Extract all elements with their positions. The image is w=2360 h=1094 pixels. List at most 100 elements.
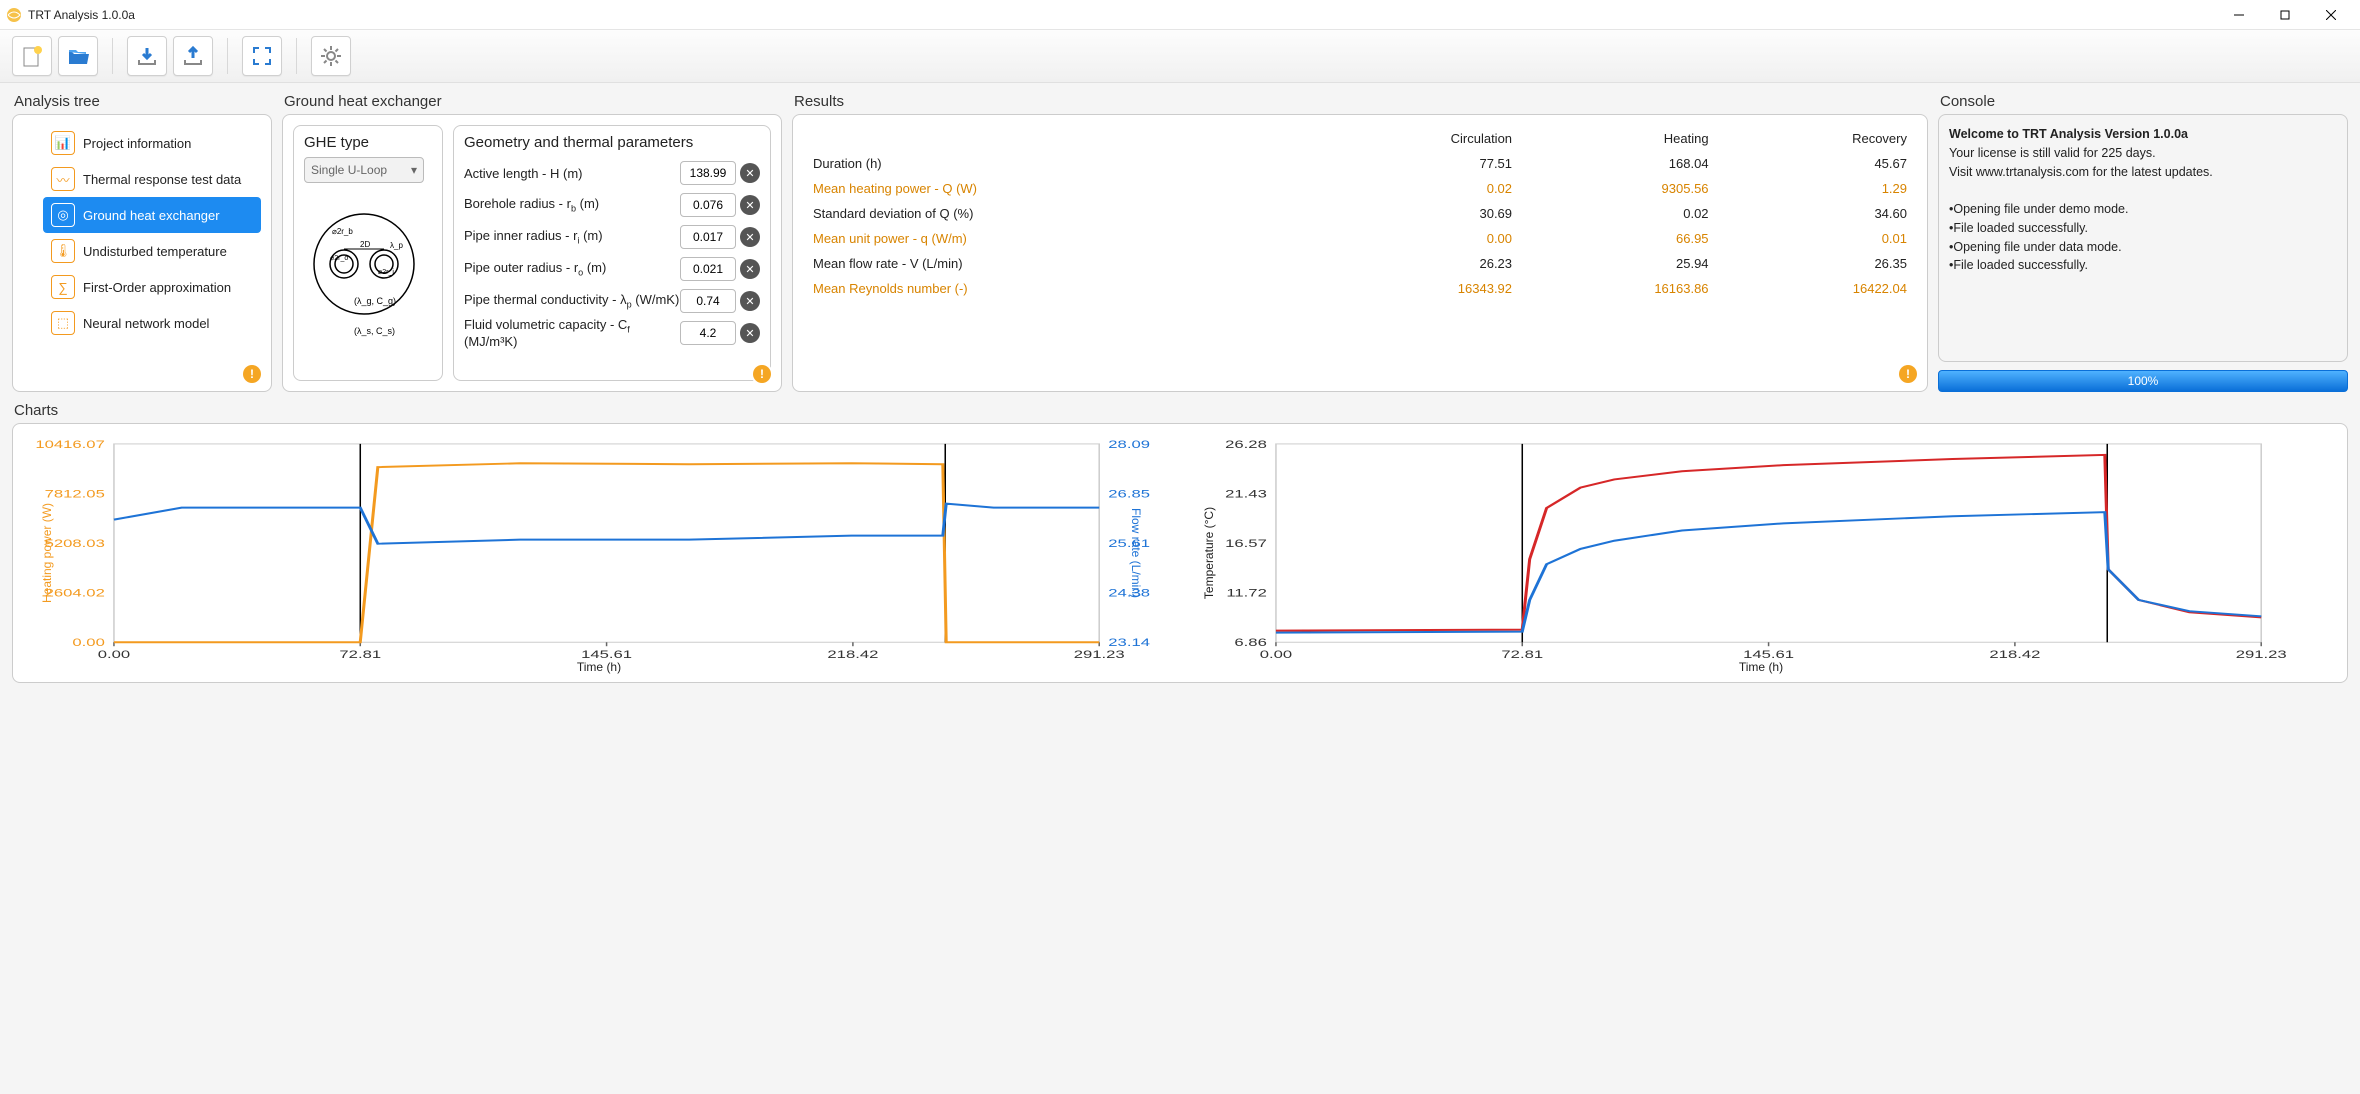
clear-button[interactable]: ✕ <box>740 195 760 215</box>
export-button[interactable] <box>173 36 213 76</box>
param-input[interactable] <box>680 289 736 313</box>
param-row: Active length - H (m) ✕ <box>464 157 760 189</box>
param-row: Fluid volumetric capacity - Cf (MJ/m³K) … <box>464 317 760 349</box>
svg-text:0.00: 0.00 <box>98 648 131 660</box>
param-label: Pipe inner radius - ri (m) <box>464 228 603 246</box>
svg-text:23.14: 23.14 <box>1108 636 1150 648</box>
clear-button[interactable]: ✕ <box>740 259 760 279</box>
svg-text:λ_p: λ_p <box>390 241 403 250</box>
open-file-button[interactable] <box>58 36 98 76</box>
svg-text:11.72: 11.72 <box>1226 587 1267 599</box>
titlebar: TRT Analysis 1.0.0a <box>0 0 2360 30</box>
tree-item-icon: 〰 <box>51 167 75 191</box>
ghe-type-select[interactable]: Single U-Loop ▾ <box>304 157 424 183</box>
tree-item-project-information[interactable]: 📊Project information <box>43 125 261 161</box>
clear-button[interactable]: ✕ <box>740 291 760 311</box>
console-line: •File loaded successfully. <box>1949 219 2337 238</box>
param-label: Fluid volumetric capacity - Cf (MJ/m³K) <box>464 317 680 350</box>
console-line: •Opening file under data mode. <box>1949 238 2337 257</box>
param-input[interactable] <box>680 193 736 217</box>
console-title: Console <box>1940 93 2348 110</box>
param-row: Borehole radius - rb (m) ✕ <box>464 189 760 221</box>
param-label: Pipe outer radius - ro (m) <box>464 260 606 278</box>
svg-text:26.85: 26.85 <box>1108 487 1150 499</box>
chart-temperature[interactable]: Temperature (°C) Time (h) 0.0072.81145.6… <box>1185 434 2337 672</box>
svg-text:72.81: 72.81 <box>1501 648 1543 660</box>
window-title: TRT Analysis 1.0.0a <box>28 8 2216 22</box>
svg-text:291.23: 291.23 <box>1074 648 1125 660</box>
svg-text:⌀2r_i: ⌀2r_i <box>378 269 394 276</box>
results-row: Mean heating power - Q (W)0.029305.561.2… <box>805 177 1915 200</box>
results-col-header: Circulation <box>1306 127 1520 150</box>
settings-button[interactable] <box>311 36 351 76</box>
param-row: Pipe inner radius - ri (m) ✕ <box>464 221 760 253</box>
fullscreen-button[interactable] <box>242 36 282 76</box>
console-license: Your license is still valid for 225 days… <box>1949 146 2156 160</box>
svg-text:145.61: 145.61 <box>581 648 632 660</box>
clear-button[interactable]: ✕ <box>740 163 760 183</box>
ghe-params-label: Geometry and thermal parameters <box>464 134 760 151</box>
svg-text:16.57: 16.57 <box>1225 537 1267 549</box>
svg-text:0.00: 0.00 <box>1260 648 1293 660</box>
results-col-header: Heating <box>1522 127 1717 150</box>
new-file-icon <box>20 44 44 68</box>
ghe-title: Ground heat exchanger <box>284 93 782 110</box>
tree-item-neural-network-model[interactable]: ⬚ Neural network model <box>43 305 261 341</box>
maximize-button[interactable] <box>2262 0 2308 30</box>
tree-item-ground-heat-exchanger[interactable]: ◎Ground heat exchanger <box>43 197 261 233</box>
param-input[interactable] <box>680 257 736 281</box>
tree-item-icon: ∑ <box>51 275 75 299</box>
svg-text:(λ_g, C_g): (λ_g, C_g) <box>354 296 396 306</box>
param-input[interactable] <box>680 225 736 249</box>
results-col-header: Recovery <box>1719 127 1915 150</box>
param-label: Pipe thermal conductivity - λp (W/mK) <box>464 292 679 310</box>
param-row: Pipe thermal conductivity - λp (W/mK) ✕ <box>464 285 760 317</box>
minimize-button[interactable] <box>2216 0 2262 30</box>
warning-badge[interactable]: ! <box>1899 365 1917 383</box>
results-panel: CirculationHeatingRecoveryDuration (h)77… <box>792 114 1928 392</box>
tree-item-label: Ground heat exchanger <box>83 208 220 223</box>
console-visit: Visit www.trtanalysis.com for the latest… <box>1949 165 2213 179</box>
ghe-params-panel: Geometry and thermal parameters Active l… <box>453 125 771 381</box>
tree-item-label: Neural network model <box>83 316 209 331</box>
results-title: Results <box>794 93 1928 110</box>
svg-text:6.86: 6.86 <box>1234 636 1267 648</box>
svg-text:0.00: 0.00 <box>72 636 105 648</box>
import-button[interactable] <box>127 36 167 76</box>
console-welcome: Welcome to TRT Analysis Version 1.0.0a <box>1949 127 2188 141</box>
chart-power-flow[interactable]: Heating power (W) Flow rate (L/min) Time… <box>23 434 1175 672</box>
analysis-tree-title: Analysis tree <box>14 93 272 110</box>
svg-text:145.61: 145.61 <box>1743 648 1794 660</box>
chevron-down-icon: ▾ <box>411 163 417 177</box>
console-panel: Welcome to TRT Analysis Version 1.0.0a Y… <box>1938 114 2348 392</box>
param-label: Active length - H (m) <box>464 166 582 181</box>
tree-item-undisturbed-temperature[interactable]: 🌡Undisturbed temperature <box>43 233 261 269</box>
console-line: •Opening file under demo mode. <box>1949 200 2337 219</box>
clear-button[interactable]: ✕ <box>740 323 760 343</box>
tree-item-first-order-approximation[interactable]: ∑ First-Order approximation <box>43 269 261 305</box>
y-axis-label: Temperature (°C) <box>1202 507 1216 599</box>
svg-text:⌀2r_b: ⌀2r_b <box>332 227 353 236</box>
fullscreen-icon <box>250 44 274 68</box>
tree-item-label: First-Order approximation <box>83 280 231 295</box>
export-icon <box>181 44 205 68</box>
x-axis-label: Time (h) <box>577 660 621 674</box>
tree-item-icon: ⬚ <box>51 311 75 335</box>
console-line: •File loaded successfully. <box>1949 256 2337 275</box>
tree-item-thermal-response-test-data[interactable]: 〰Thermal response test data <box>43 161 261 197</box>
results-row: Standard deviation of Q (%)30.690.0234.6… <box>805 202 1915 225</box>
progress-bar: 100% <box>1938 370 2348 392</box>
ghe-type-label: GHE type <box>304 134 432 151</box>
svg-text:26.28: 26.28 <box>1225 438 1267 450</box>
new-file-button[interactable] <box>12 36 52 76</box>
folder-open-icon <box>66 44 90 68</box>
svg-text:10416.07: 10416.07 <box>35 438 105 450</box>
clear-button[interactable]: ✕ <box>740 227 760 247</box>
warning-badge[interactable]: ! <box>753 365 771 383</box>
param-input[interactable] <box>680 321 736 345</box>
svg-text:72.81: 72.81 <box>339 648 381 660</box>
app-icon <box>6 7 22 23</box>
param-input[interactable] <box>680 161 736 185</box>
close-button[interactable] <box>2308 0 2354 30</box>
warning-badge[interactable]: ! <box>243 365 261 383</box>
